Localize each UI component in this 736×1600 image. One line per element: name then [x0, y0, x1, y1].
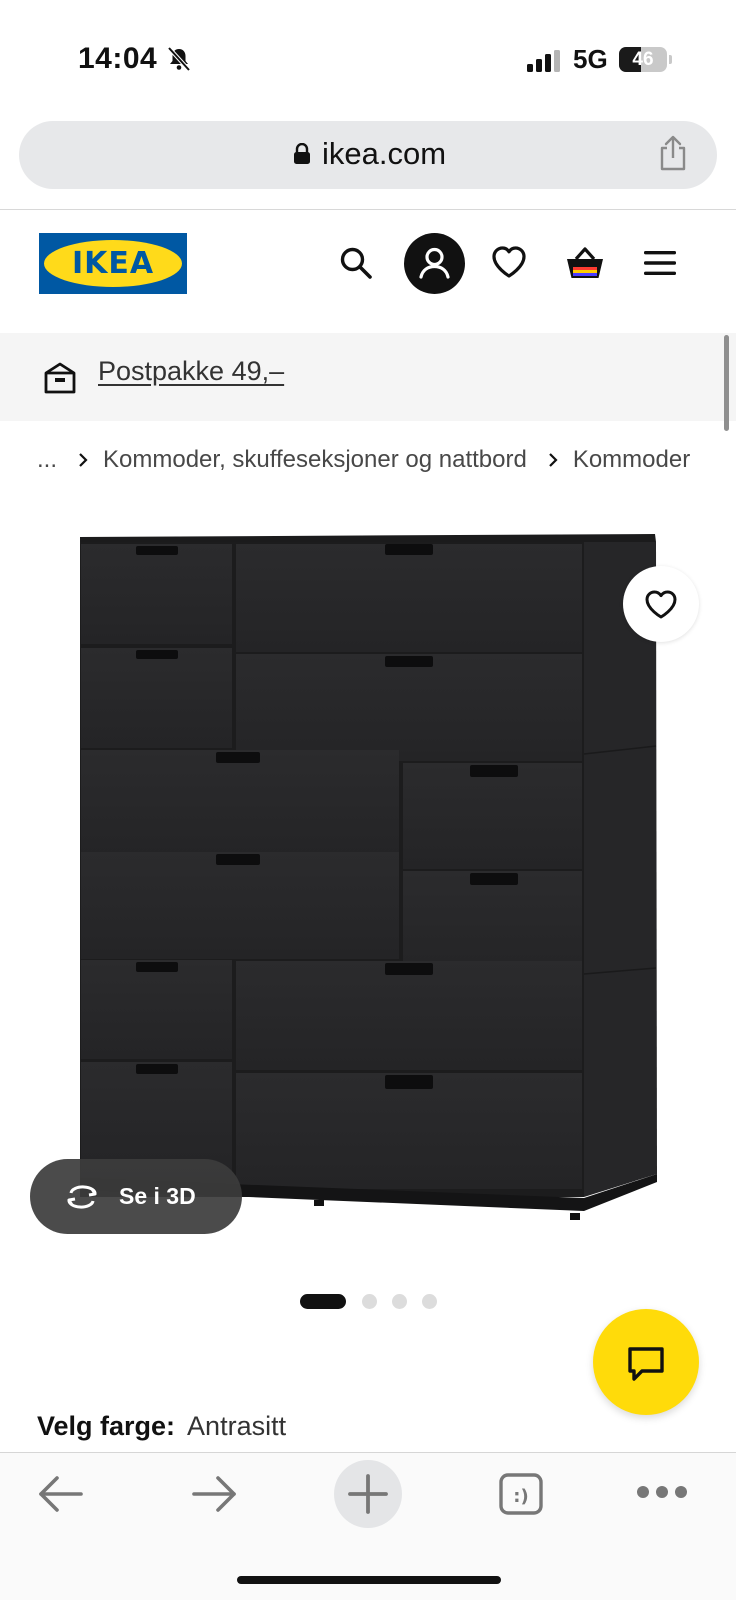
chevron-right-icon: [549, 453, 558, 467]
breadcrumb: ... Kommoder, skuffeseksjoner og nattbor…: [37, 446, 690, 474]
view-3d-label: Se i 3D: [119, 1183, 196, 1209]
view-3d-button[interactable]: Se i 3D: [30, 1159, 242, 1234]
new-tab-button[interactable]: [334, 1460, 402, 1528]
menu-icon[interactable]: [644, 250, 676, 276]
battery-cap: [669, 55, 672, 64]
chat-icon: [628, 1347, 664, 1381]
bell-muted-icon: [167, 46, 191, 72]
back-arrow-icon[interactable]: [37, 1474, 85, 1514]
status-time: 14:04: [78, 42, 158, 75]
divider: [0, 209, 736, 210]
add-to-favorites-button[interactable]: [623, 566, 699, 642]
chevron-right-icon: [79, 453, 88, 467]
home-indicator[interactable]: [237, 1576, 501, 1584]
promo-link[interactable]: Postpakke 49,–: [98, 356, 284, 387]
share-icon[interactable]: [658, 134, 688, 172]
heart-icon[interactable]: [491, 245, 527, 279]
account-button[interactable]: [404, 233, 465, 294]
carousel-dot[interactable]: [392, 1294, 407, 1309]
carousel-dot-active[interactable]: [300, 1294, 346, 1309]
signal-icon: [527, 50, 560, 72]
logo-text: IKEA: [71, 246, 155, 281]
more-icon[interactable]: [636, 1484, 688, 1500]
breadcrumb-category[interactable]: Kommoder, skuffeseksjoner og nattbord: [103, 446, 527, 474]
search-icon[interactable]: [339, 246, 373, 280]
color-selection: Velg farge: Antrasitt: [37, 1411, 286, 1442]
breadcrumb-ellipsis[interactable]: ...: [37, 446, 57, 474]
forward-arrow-icon[interactable]: [190, 1474, 238, 1514]
heart-icon: [645, 590, 677, 619]
rotate-3d-icon: [67, 1184, 97, 1209]
battery-level: 46: [632, 49, 654, 70]
color-value: Antrasitt: [187, 1411, 287, 1441]
tabs-icon[interactable]: :): [498, 1472, 544, 1516]
lock-icon: [294, 143, 310, 164]
network-label: 5G: [573, 44, 608, 74]
breadcrumb-current[interactable]: Kommoder: [573, 446, 690, 474]
url-text[interactable]: ikea.com: [322, 136, 446, 172]
status-bar: 14:04 5G 46: [0, 0, 736, 110]
ikea-logo[interactable]: IKEA: [39, 233, 187, 294]
shopping-bag-icon[interactable]: [565, 245, 605, 281]
product-image[interactable]: [60, 530, 676, 1260]
tabs-glyph: :): [513, 1486, 528, 1507]
chat-button[interactable]: [593, 1309, 699, 1415]
plus-icon: [348, 1474, 388, 1514]
carousel-dot[interactable]: [422, 1294, 437, 1309]
battery-icon: 46: [619, 47, 667, 72]
scrollbar[interactable]: [724, 335, 729, 431]
color-label: Velg farge:: [37, 1411, 176, 1441]
carousel-indicator[interactable]: [300, 1294, 452, 1309]
account-icon: [419, 247, 450, 279]
parcel-icon: [44, 362, 76, 394]
carousel-dot[interactable]: [362, 1294, 377, 1309]
